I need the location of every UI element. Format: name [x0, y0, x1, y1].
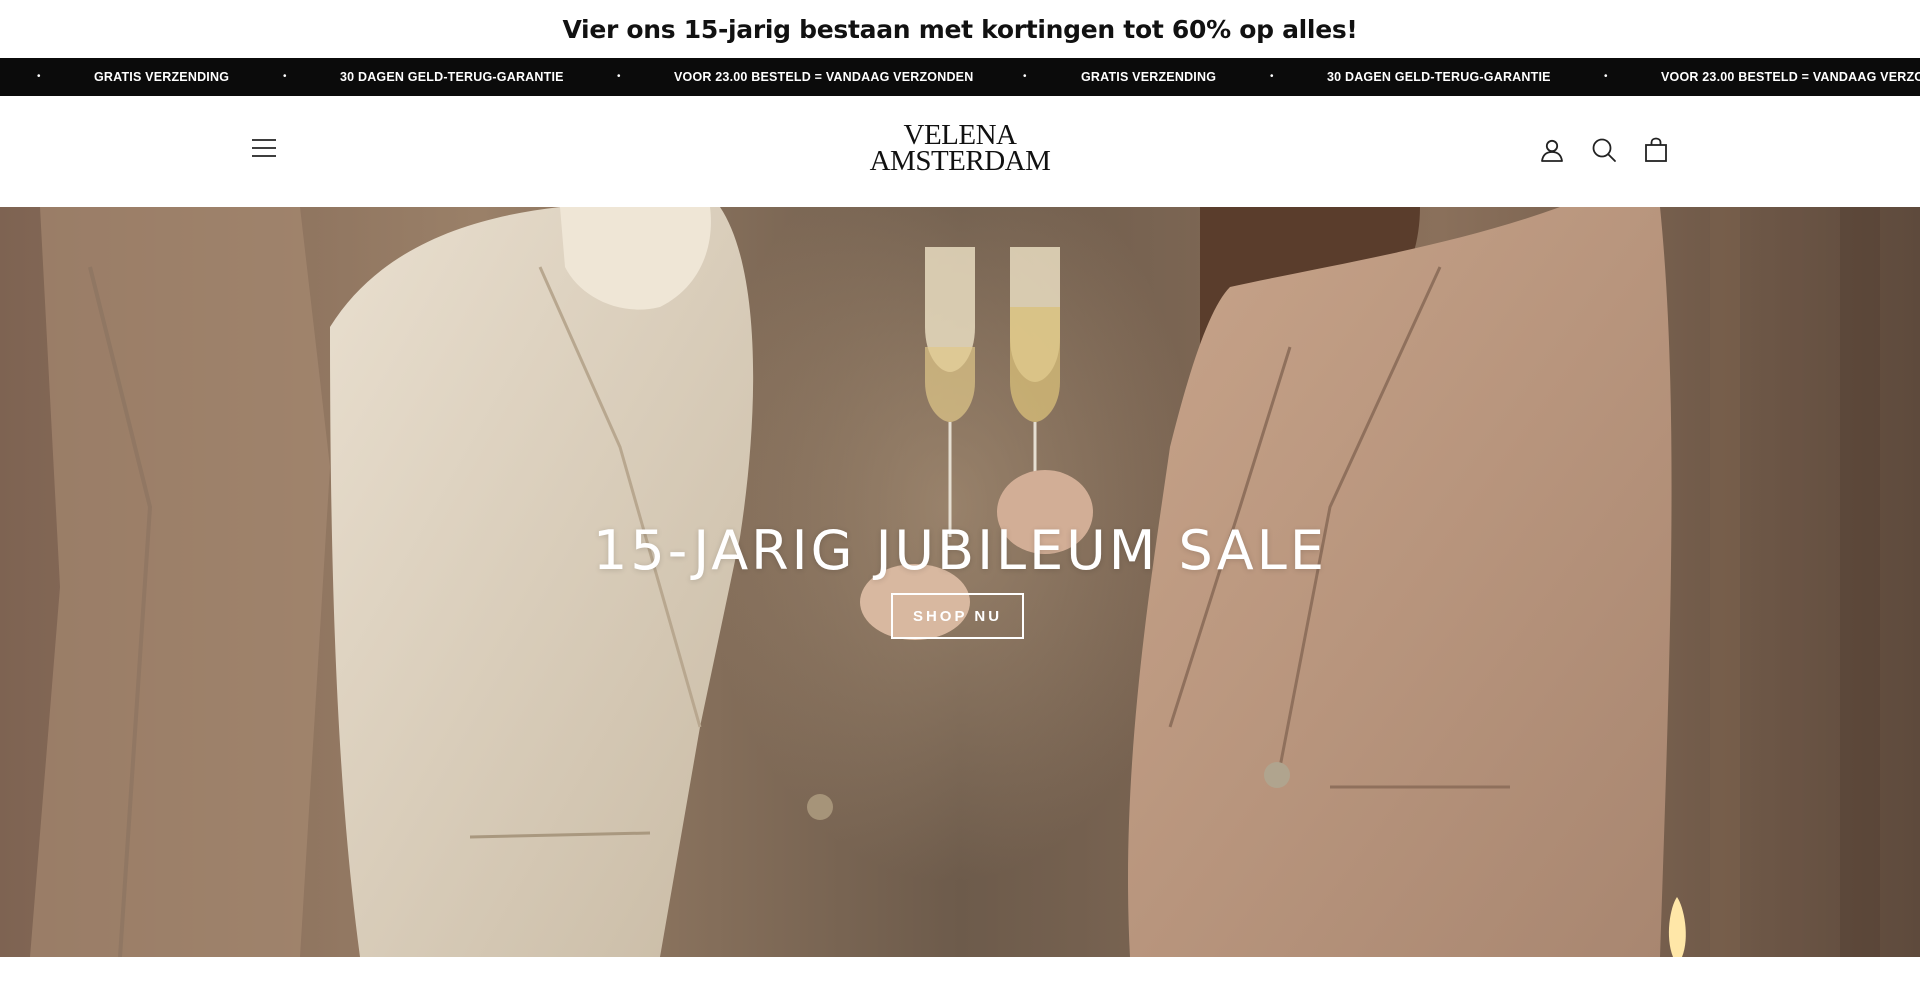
- hero-image: [0, 207, 1920, 957]
- promo-text: Vier ons 15-jarig bestaan met kortingen …: [562, 14, 1358, 44]
- marquee-item: GRATIS VERZENDING: [1081, 70, 1217, 84]
- marquee-item: 30 DAGEN GELD-TERUG-GARANTIE: [340, 70, 564, 84]
- site-logo[interactable]: VELENA AMSTERDAM: [860, 121, 1060, 177]
- logo-line-2: AMSTERDAM: [869, 145, 1051, 177]
- search-button[interactable]: [1590, 136, 1618, 164]
- marquee-separator: •: [1604, 71, 1608, 82]
- account-icon: [1541, 139, 1563, 162]
- marquee-separator: •: [283, 71, 287, 82]
- menu-icon: [252, 139, 276, 157]
- site-header: VELENA AMSTERDAM: [0, 96, 1920, 207]
- marquee-item: VOOR 23.00 BESTELD = VANDAAG VERZONDEN: [674, 70, 974, 84]
- marquee-separator: •: [37, 71, 41, 82]
- menu-button[interactable]: [248, 134, 280, 162]
- shop-now-button[interactable]: SHOP NU: [891, 593, 1024, 639]
- hero-title: 15-JARIG JUBILEUM SALE: [593, 519, 1327, 582]
- promo-bar: Vier ons 15-jarig bestaan met kortingen …: [0, 0, 1920, 58]
- account-button[interactable]: [1538, 136, 1566, 164]
- hero-banner: 15-JARIG JUBILEUM SALE SHOP NU: [0, 207, 1920, 957]
- cart-icon: [1645, 137, 1667, 162]
- marquee-item: 30 DAGEN GELD-TERUG-GARANTIE: [1327, 70, 1551, 84]
- marquee-separator: •: [1023, 71, 1027, 82]
- marquee-separator: •: [617, 71, 621, 82]
- cart-button[interactable]: [1642, 136, 1670, 164]
- marquee-item: GRATIS VERZENDING: [94, 70, 230, 84]
- usp-marquee: • GRATIS VERZENDING • 30 DAGEN GELD-TERU…: [0, 58, 1920, 96]
- usp-marquee-track: • GRATIS VERZENDING • 30 DAGEN GELD-TERU…: [0, 58, 1920, 96]
- below-hero-area: [0, 957, 1920, 993]
- marquee-separator: •: [1270, 71, 1274, 82]
- marquee-item: VOOR 23.00 BESTELD = VANDAAG VERZONDEN: [1661, 70, 1920, 84]
- search-icon: [1592, 138, 1616, 162]
